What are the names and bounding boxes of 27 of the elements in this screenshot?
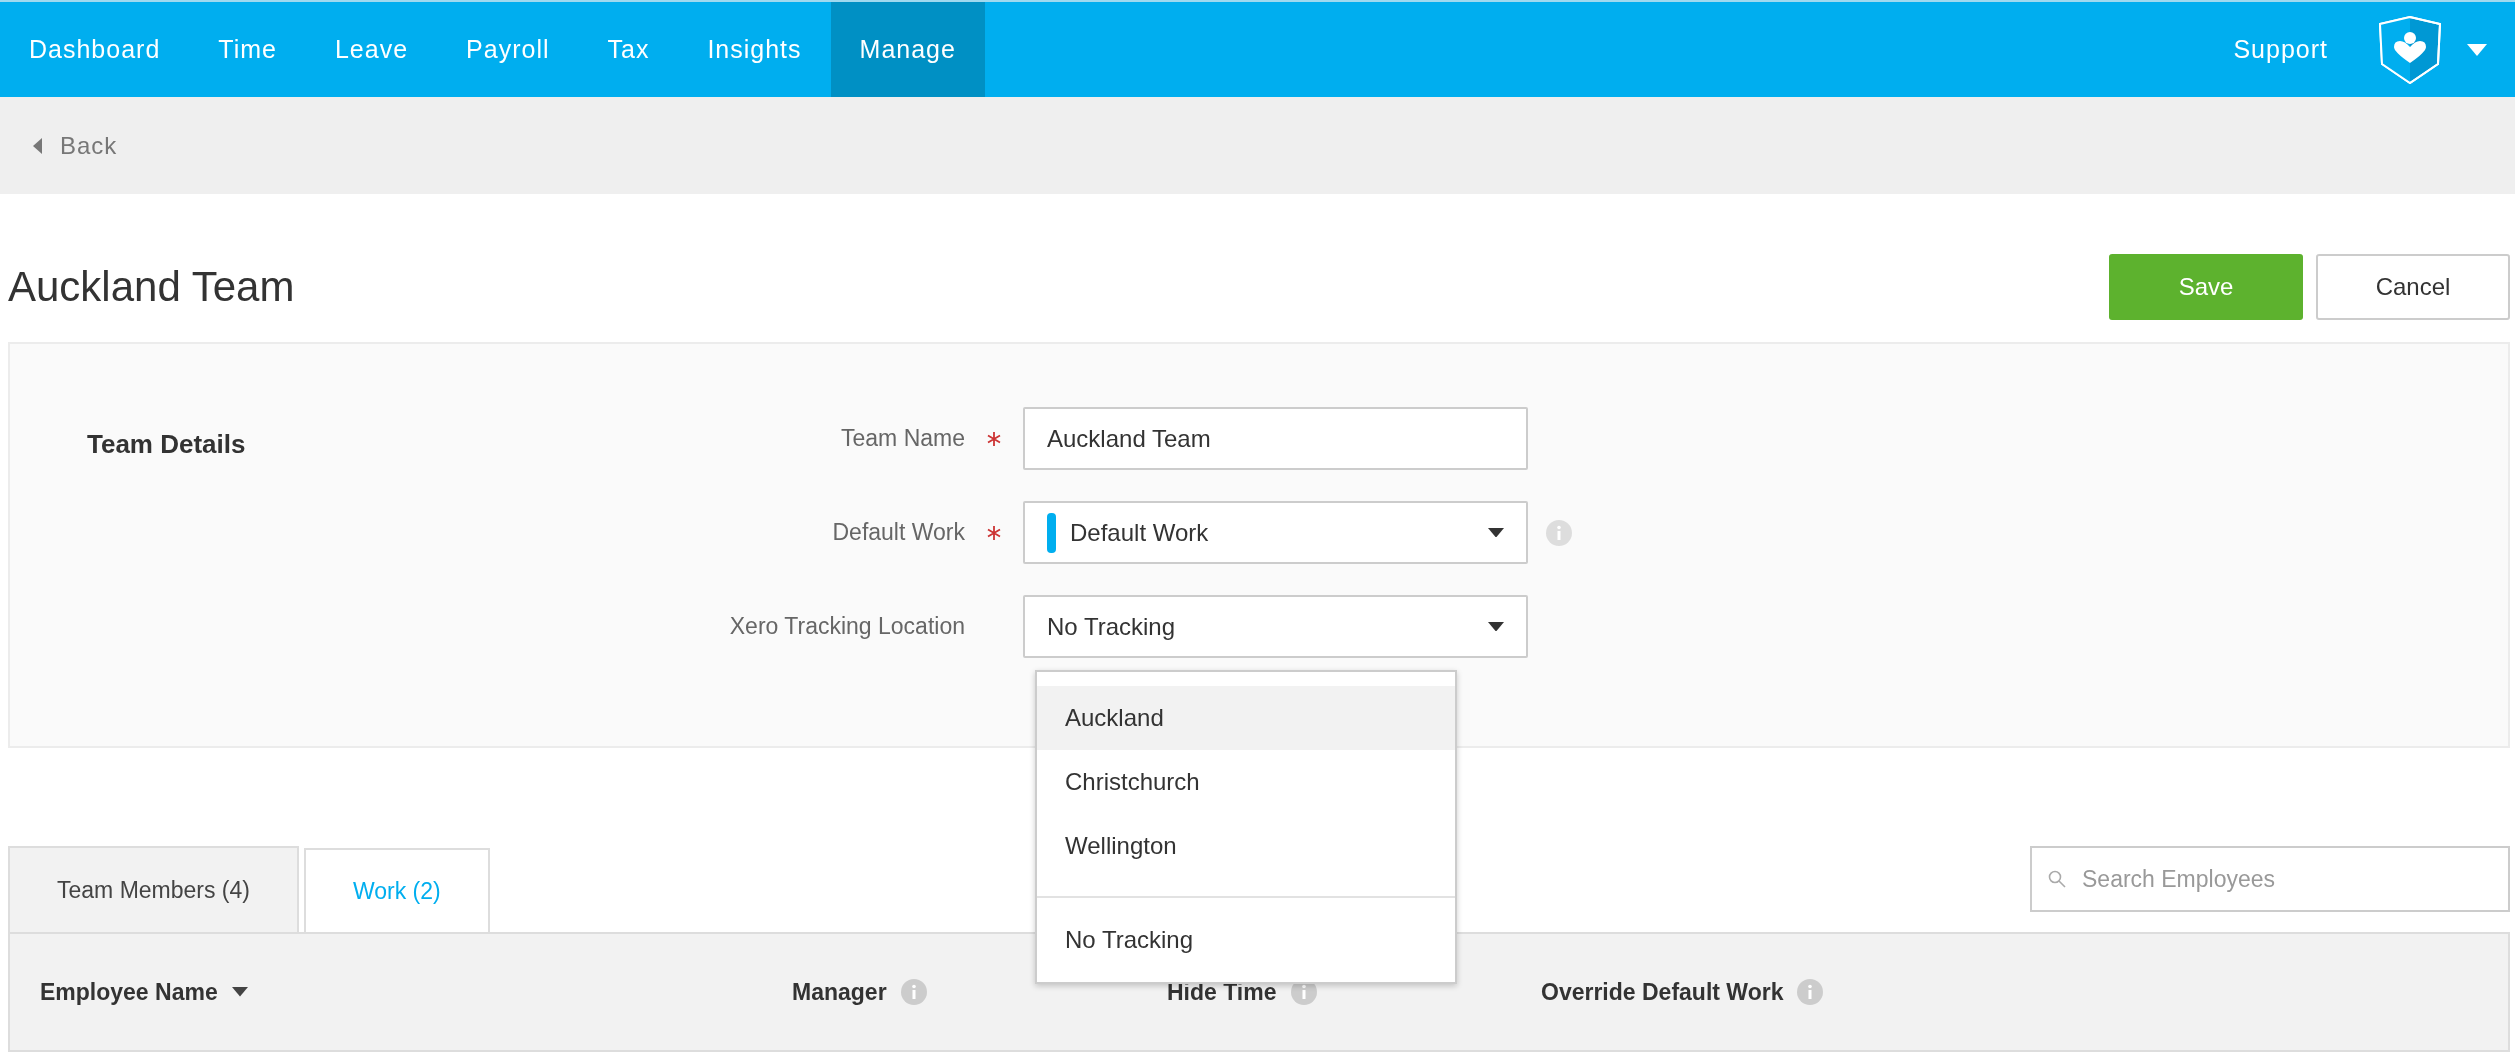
column-header[interactable]: Override Default Work <box>1541 978 1784 1006</box>
page-title: Auckland Team <box>8 263 296 311</box>
column-header[interactable]: Manager <box>792 978 887 1006</box>
menu-option[interactable]: Wellington <box>1037 814 1455 878</box>
menu-option[interactable]: Auckland <box>1037 686 1455 750</box>
field-label: Xero Tracking Location <box>728 612 965 640</box>
select-field[interactable]: No Tracking <box>1023 595 1528 658</box>
field-label: Default Work <box>831 518 965 546</box>
section-title: Team Details <box>87 429 246 459</box>
caret-icon <box>1488 621 1504 632</box>
tab[interactable]: Team Members (4) <box>8 846 299 932</box>
search-icon <box>2048 870 2066 888</box>
search-field[interactable]: Search Employees <box>2030 846 2510 912</box>
shield-logo-icon[interactable] <box>2377 15 2443 84</box>
text-field[interactable]: Auckland Team <box>1023 407 1528 470</box>
field-label: Team Name <box>840 424 965 452</box>
cancel-button[interactable]: Cancel <box>2316 254 2510 320</box>
menu-option[interactable]: Christchurch <box>1037 750 1455 814</box>
caret-icon <box>1488 527 1504 538</box>
select-field[interactable]: Default Work <box>1023 501 1528 564</box>
back-link[interactable]: Back <box>33 131 118 160</box>
menu-option[interactable]: No Tracking <box>1037 908 1455 972</box>
column-header[interactable]: Employee Name <box>40 978 218 1006</box>
caret-icon <box>2467 43 2487 56</box>
back-label: Back <box>60 131 118 160</box>
nav-tab[interactable]: Manage <box>830 2 985 97</box>
caret-icon <box>33 137 42 154</box>
